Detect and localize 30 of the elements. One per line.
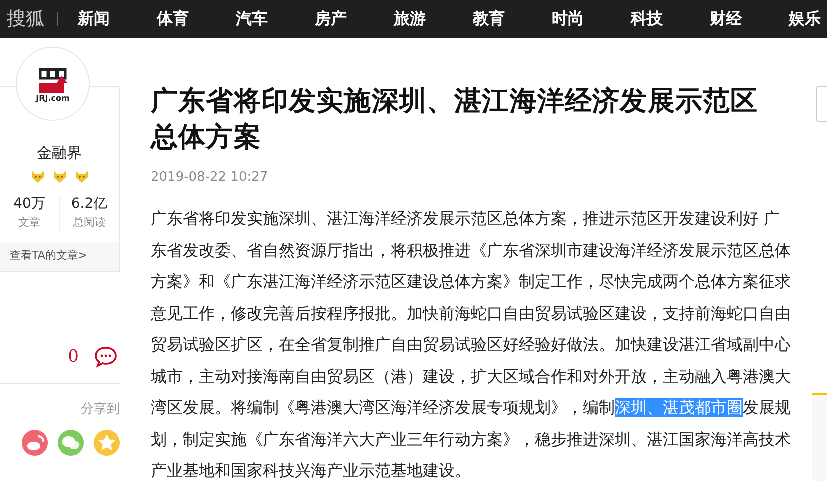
nav-link[interactable]: 科技 [631, 8, 710, 30]
author-articles-link[interactable]: 查看TA的文章> [0, 242, 119, 271]
share-label: 分享到 [80, 401, 121, 418]
stat-label: 总阅读 [73, 215, 106, 230]
article-paragraph: 广东省将印发实施深圳、湛江海洋经济发展示范区总体方案，推进示范区开发建设利好 广东省发改委、省自然资源厅指出，将积极推进《广东省深圳市建设海洋经济发展示范区总体方案》和《广东湛江海洋经济示范区建设总体方案》制定工作，尽快完成两个总体方案征求意见工作，修改完善后按程序报批。加快前海蛇口自由贸易试验区建设，支持前海蛇口自由贸易试验区扩区，在全省复制推广自由贸易试验区好经验好做法。加快建设湛江省域副中心城市，主动对接海南自由贸易区（港）建设，扩大区域合作和对外开放，主动融入粤港澳大湾区发展。将编制《粤港澳大湾区海洋经济发展专项规划》，编制深圳、湛茂都市圈发展规划，制定实施《广东省海洋六大产业三年行动方案》，稳步推进深圳、湛江国家海洋高技术产业基地和国家科技兴海产业示范基地建设。 [151, 208, 791, 481]
stat-label: 文章 [18, 215, 40, 230]
nav-link[interactable]: 体育 [157, 8, 236, 30]
nav-link[interactable]: 时尚 [552, 8, 631, 30]
weibo-icon[interactable] [22, 430, 48, 456]
nav-link[interactable]: 财经 [710, 8, 789, 30]
avatar[interactable]: JRJ.com [16, 47, 90, 121]
site-logo[interactable]: 搜狐 [7, 6, 45, 32]
chat-bubbles-icon[interactable] [58, 430, 84, 456]
nav-link[interactable]: 教育 [473, 8, 552, 30]
comment-count[interactable]: 0 [68, 347, 79, 367]
stat-value: 40万 [14, 195, 46, 213]
logo-caption: JRJ.com [36, 94, 70, 102]
nav-link[interactable]: 房产 [315, 8, 394, 30]
fox-icon [74, 169, 90, 185]
fox-icon [30, 169, 46, 185]
article-title: 广东省将印发实施深圳、湛江海洋经济发展示范区总体方案 [151, 85, 760, 155]
nav-link[interactable]: 汽车 [236, 8, 315, 30]
nav-link[interactable]: 新闻 [78, 8, 157, 30]
publish-date: 2019-08-22 10:27 [151, 170, 270, 185]
author-name[interactable]: 金融界 [37, 144, 82, 163]
nav-link[interactable]: 旅游 [394, 8, 473, 30]
fox-icon [52, 169, 68, 185]
comment-icon[interactable] [93, 345, 119, 369]
nav-link[interactable]: 娱乐 [789, 8, 821, 30]
stat-value: 6.2亿 [71, 195, 108, 213]
